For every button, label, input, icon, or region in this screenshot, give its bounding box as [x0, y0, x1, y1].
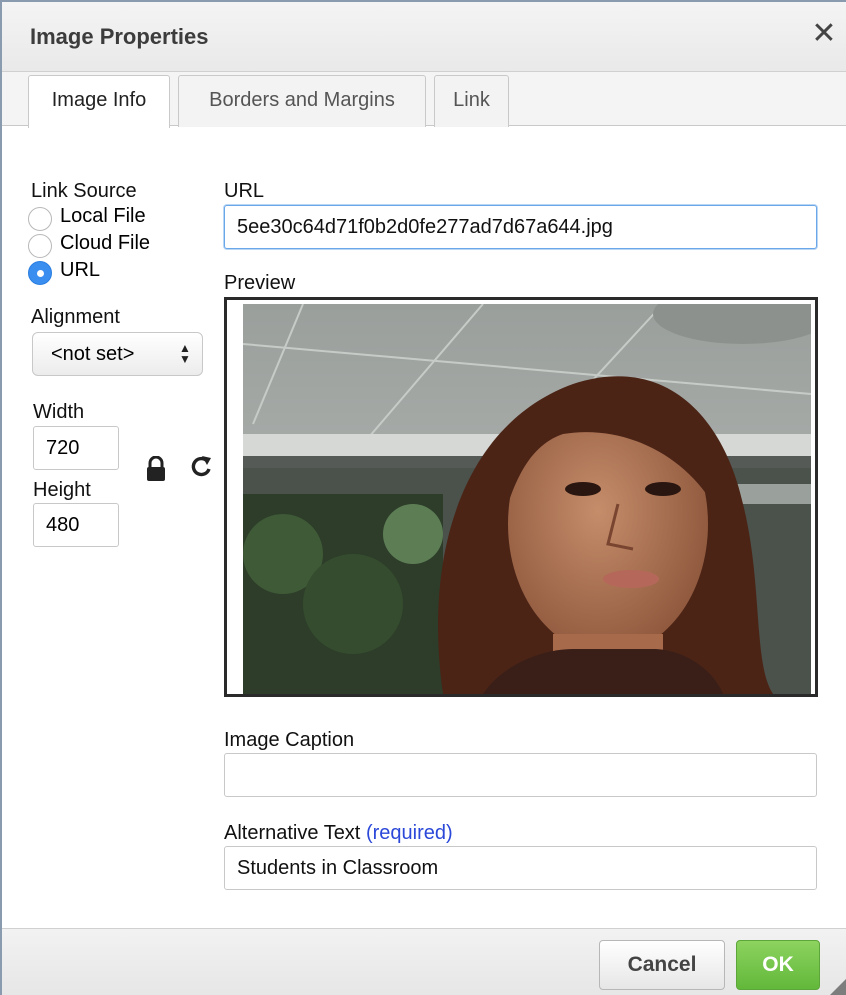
radio-button[interactable] — [28, 207, 52, 231]
close-icon[interactable]: ✕ — [808, 18, 840, 50]
radio-button-checked[interactable] — [28, 261, 52, 285]
height-input[interactable]: 480 — [33, 503, 119, 547]
ok-button[interactable]: OK — [736, 940, 820, 990]
dialog-footer: Cancel OK — [2, 928, 846, 995]
url-input[interactable]: 5ee30c64d71f0b2d0fe277ad7d67a644.jpg — [224, 205, 817, 249]
link-source-label: Link Source — [31, 180, 137, 202]
height-label: Height — [33, 479, 91, 501]
tab-image-info[interactable]: Image Info — [28, 75, 170, 128]
alt-text-label: Alternative Text (required) — [224, 822, 453, 845]
alignment-label: Alignment — [31, 306, 120, 328]
image-caption-label: Image Caption — [224, 729, 355, 751]
alt-text-input[interactable]: Students in Classroom — [224, 846, 817, 890]
url-label: URL — [224, 180, 265, 202]
alignment-select-value: <not set> — [51, 343, 135, 365]
tab-borders-and-margins[interactable]: Borders and Margins — [178, 75, 426, 127]
lock-icon[interactable] — [146, 455, 166, 487]
preview-photo — [243, 304, 811, 694]
tab-bar: Image Info Borders and Margins Link — [2, 72, 846, 128]
alt-text-label-text: Alternative Text — [224, 822, 361, 844]
radio-button[interactable] — [28, 234, 52, 258]
dialog-title: Image Properties — [30, 24, 209, 49]
tab-link[interactable]: Link — [434, 75, 509, 127]
cancel-button[interactable]: Cancel — [599, 940, 725, 990]
image-properties-dialog: Image Properties ✕ Image Info Borders an… — [0, 0, 846, 995]
radio-label: Local File — [60, 205, 146, 227]
width-input[interactable]: 720 — [33, 426, 119, 470]
select-arrows-icon: ▲ ▼ — [179, 341, 191, 366]
dialog-titlebar[interactable]: Image Properties ✕ — [2, 2, 846, 72]
resize-grip-icon[interactable] — [828, 977, 846, 995]
image-caption-input[interactable] — [224, 753, 817, 797]
required-link[interactable]: (required) — [366, 822, 453, 844]
width-label: Width — [33, 401, 85, 423]
radio-label: Cloud File — [60, 232, 151, 254]
reset-icon[interactable] — [190, 454, 214, 485]
radio-label: URL — [60, 259, 101, 281]
preview-label: Preview — [224, 272, 296, 294]
alignment-select[interactable]: <not set> ▲ ▼ — [32, 332, 203, 376]
image-preview — [224, 297, 818, 697]
